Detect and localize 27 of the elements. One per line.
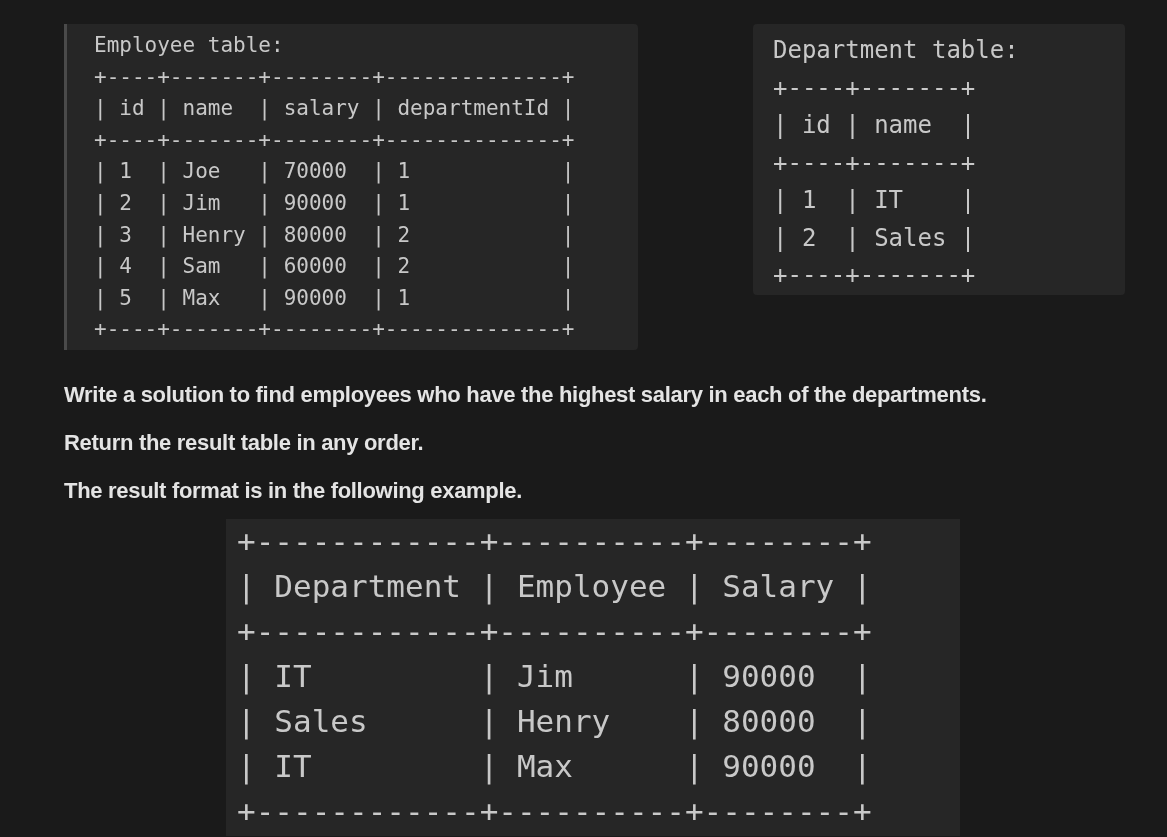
table-line: | 3 | Henry | 80000 | 2 | (94, 221, 575, 250)
table-line: +----+-------+ (773, 147, 976, 179)
table-line: | 2 | Sales | (773, 222, 976, 254)
table-line: +------------+----------+--------+ (237, 521, 872, 561)
table-line: +----+-------+ (773, 260, 976, 291)
table-line: | 5 | Max | 90000 | 1 | (94, 284, 575, 313)
table-line: | Department | Employee | Salary | (237, 566, 872, 607)
table-line: +------------+----------+--------+ (237, 611, 872, 651)
table-line: | IT | Jim | 90000 | (237, 656, 872, 697)
table-line: | id | name | salary | departmentId | (94, 95, 575, 123)
table-line: | 4 | Sam | 60000 | 2 | (94, 253, 575, 281)
table-line: +------------+----------+--------+ (237, 791, 872, 831)
paragraph: Return the result table in any order. (64, 428, 425, 457)
table-line: +----+-------+--------+--------------+ (94, 316, 575, 344)
table-line: +----+-------+--------+--------------+ (94, 126, 575, 154)
block-title: Department table: (773, 35, 1019, 66)
table-line: +----+-------+ (773, 72, 976, 104)
table-line: | 1 | Joe | 70000 | 1 | (94, 158, 575, 186)
table-line: | IT | Max | 90000 | (237, 746, 872, 787)
table-line: | 1 | IT | (773, 185, 976, 216)
block-title: Employee table: (94, 32, 284, 59)
table-line: | id | name | (773, 110, 976, 141)
table-line: | Sales | Henry | 80000 | (237, 701, 872, 742)
paragraph: Write a solution to find employees who have the highest salary in each of the departments. (64, 380, 988, 409)
table-line: +----+-------+--------+--------------+ (94, 63, 575, 91)
table-line: | 2 | Jim | 90000 | 1 | (94, 189, 575, 218)
paragraph: The result format is in the following example. (64, 476, 524, 505)
